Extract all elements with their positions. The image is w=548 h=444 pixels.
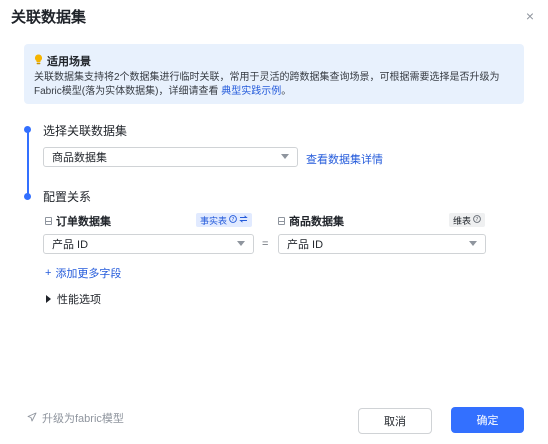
close-icon[interactable]: ×	[526, 8, 534, 24]
performance-options-label: 性能选项	[57, 294, 101, 306]
right-table-name: 商品数据集	[289, 216, 344, 228]
step2-dot	[24, 193, 31, 200]
help-icon: ?	[473, 215, 481, 225]
confirm-button[interactable]: 确定	[451, 407, 524, 433]
dataset-select-value: 商品数据集	[52, 152, 107, 164]
step2-label: 配置关系	[43, 190, 92, 204]
help-icon: ?	[229, 215, 237, 225]
tip-panel: 适用场景 关联数据集支持将2个数据集进行临时关联，常用于灵活的跨数据集查询场景，…	[24, 44, 524, 104]
chevron-down-icon	[237, 241, 245, 246]
fact-table-label: 事实表	[200, 215, 228, 226]
cancel-button[interactable]: 取消	[358, 408, 432, 434]
associate-dataset-dialog: 关联数据集 × 适用场景 关联数据集支持将2个数据集进行临时关联，常用于灵活的跨…	[0, 0, 548, 444]
chevron-down-icon	[281, 154, 289, 159]
right-field-value: 产品 ID	[287, 239, 324, 251]
send-icon	[27, 412, 37, 425]
tip-body-end: 。	[281, 86, 292, 97]
add-more-label: 添加更多字段	[55, 268, 122, 280]
tip-title: 适用场景	[34, 53, 91, 69]
svg-text:?: ?	[232, 217, 235, 223]
svg-text:?: ?	[476, 217, 479, 223]
chevron-down-icon	[469, 241, 477, 246]
practice-example-link[interactable]: 典型实践示例	[221, 86, 281, 97]
dimension-table-tag[interactable]: 维表 ?	[449, 213, 486, 227]
performance-options-toggle[interactable]: 性能选项	[46, 291, 101, 307]
dataset-select[interactable]: 商品数据集	[43, 147, 298, 167]
upgrade-fabric-button[interactable]: 升级为fabric模型	[27, 410, 124, 426]
view-dataset-detail-link[interactable]: 查看数据集详情	[306, 151, 383, 167]
caret-right-icon	[46, 295, 51, 303]
left-table-name: 订单数据集	[56, 216, 111, 228]
table-icon	[278, 217, 285, 225]
swap-icon[interactable]	[239, 215, 248, 225]
equal-sign: =	[262, 238, 269, 250]
tip-title-text: 适用场景	[47, 56, 91, 68]
left-table-header: 订单数据集	[45, 213, 111, 229]
right-field-select[interactable]: 产品 ID	[278, 234, 486, 254]
left-field-value: 产品 ID	[52, 239, 89, 251]
right-table-header: 商品数据集	[278, 213, 344, 229]
tip-body: 关联数据集支持将2个数据集进行临时关联，常用于灵活的跨数据集查询场景，可根据需要…	[34, 71, 518, 99]
step-connector	[27, 132, 29, 194]
step1-label: 选择关联数据集	[43, 124, 128, 138]
lightbulb-icon	[34, 54, 43, 68]
table-icon	[45, 217, 52, 225]
plus-icon: +	[45, 267, 52, 279]
left-field-select[interactable]: 产品 ID	[43, 234, 254, 254]
dimension-table-label: 维表	[453, 215, 472, 226]
fact-table-tag[interactable]: 事实表 ?	[196, 213, 253, 227]
upgrade-label: 升级为fabric模型	[42, 413, 124, 425]
add-more-fields-button[interactable]: + 添加更多字段	[45, 265, 121, 281]
dialog-title: 关联数据集	[11, 9, 87, 26]
